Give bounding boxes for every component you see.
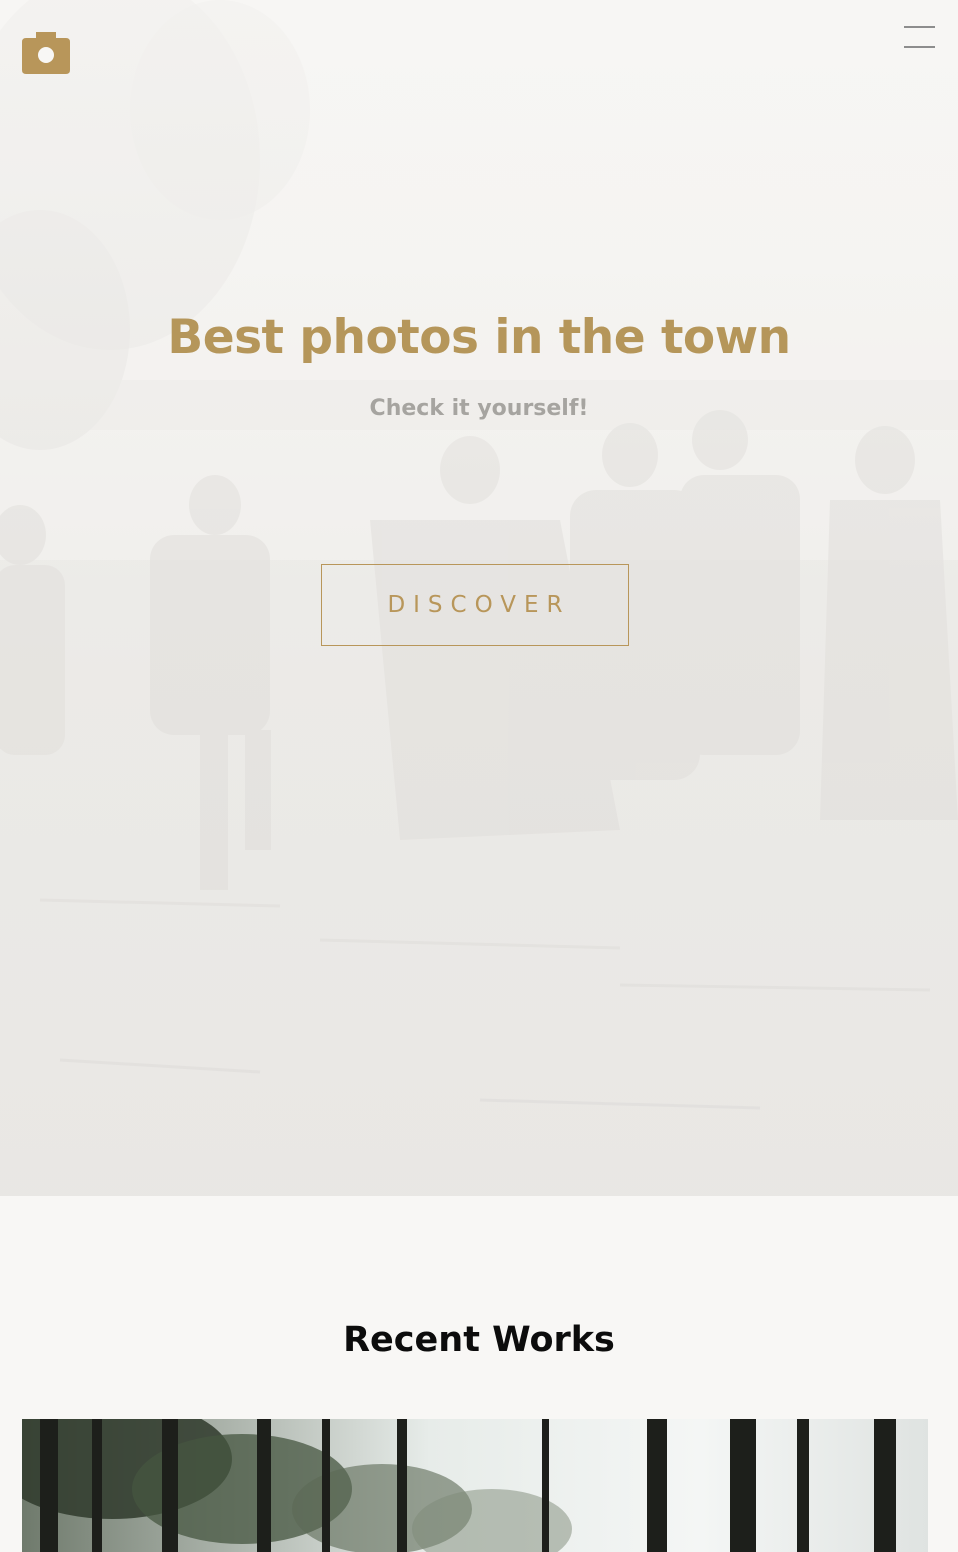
recent-work-item[interactable] [22, 1419, 928, 1552]
hero-subtitle: Check it yourself! [369, 396, 589, 421]
page: Best photos in the town Check it yoursel… [0, 0, 958, 1552]
menu-line [904, 46, 935, 48]
hamburger-menu-icon[interactable] [904, 26, 936, 50]
hero-section: Best photos in the town Check it yoursel… [0, 0, 958, 1196]
hero-title: Best photos in the town [167, 310, 791, 365]
recent-works-heading: Recent Works [343, 1320, 615, 1360]
discover-button[interactable]: DISCOVER [321, 564, 629, 646]
menu-line [904, 26, 935, 28]
forest-trees-photo [22, 1419, 928, 1552]
camera-icon[interactable] [22, 30, 70, 74]
